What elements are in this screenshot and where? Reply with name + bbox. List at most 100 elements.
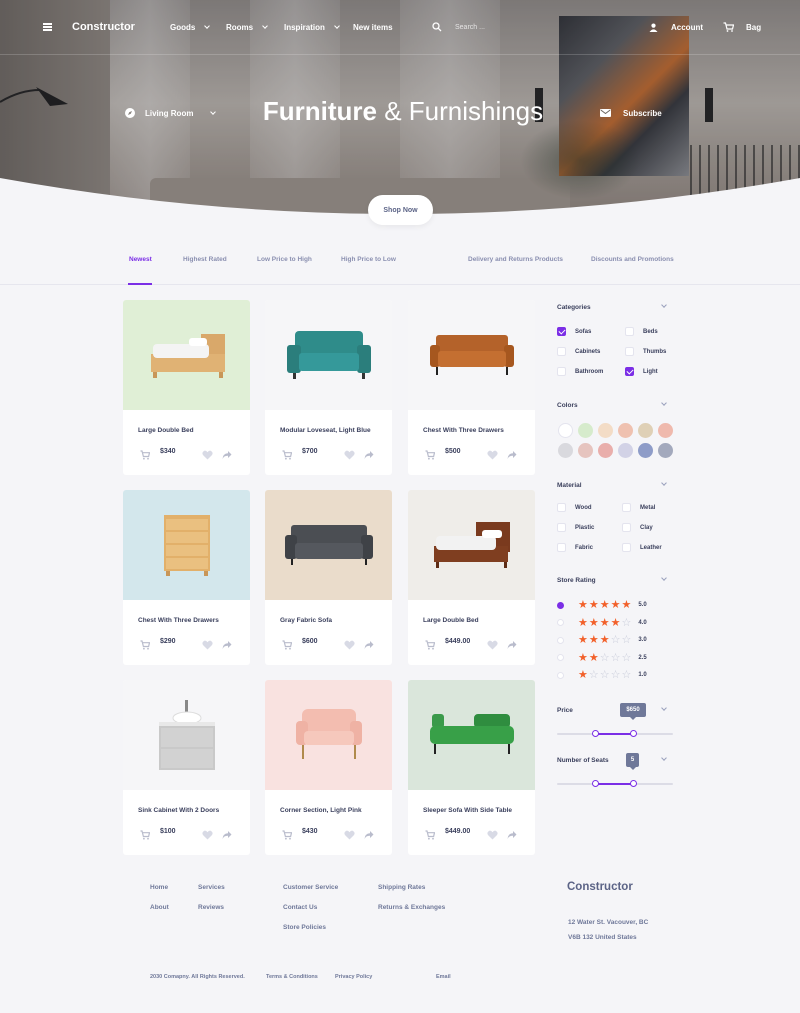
heart-icon[interactable] bbox=[344, 637, 355, 650]
rating-radio[interactable] bbox=[557, 601, 564, 609]
cart-icon[interactable] bbox=[140, 447, 151, 460]
footer-link-policies[interactable]: Store Policies bbox=[283, 924, 326, 931]
cart-icon[interactable] bbox=[425, 637, 436, 650]
checkbox-bathroom[interactable] bbox=[557, 367, 566, 376]
color-swatch[interactable] bbox=[658, 423, 673, 438]
checkbox-clay[interactable] bbox=[622, 523, 631, 532]
heart-icon[interactable] bbox=[202, 447, 213, 460]
footer-link-returns[interactable]: Returns & Exchanges bbox=[378, 904, 445, 911]
product-card[interactable]: Gray Fabric Sofa $600 bbox=[265, 490, 392, 665]
heart-icon[interactable] bbox=[202, 827, 213, 840]
product-name[interactable]: Large Double Bed bbox=[423, 617, 479, 624]
footer-link-privacy[interactable]: Privacy Policy bbox=[335, 974, 372, 980]
price-slider-min-handle[interactable] bbox=[591, 730, 599, 737]
tab-low-to-high[interactable]: Low Price to High bbox=[257, 256, 312, 263]
rating-radio[interactable] bbox=[557, 636, 564, 644]
chevron-down-icon[interactable] bbox=[661, 755, 667, 761]
material-metal[interactable]: Metal bbox=[622, 503, 655, 512]
bag-icon[interactable] bbox=[723, 0, 734, 54]
footer-link-reviews[interactable]: Reviews bbox=[198, 904, 224, 911]
cart-icon[interactable] bbox=[282, 827, 293, 840]
price-slider[interactable] bbox=[557, 730, 673, 737]
tab-delivery-returns[interactable]: Delivery and Returns Products bbox=[468, 256, 563, 263]
rating-radio[interactable] bbox=[557, 654, 564, 661]
product-image[interactable] bbox=[123, 300, 250, 410]
share-icon[interactable] bbox=[507, 447, 517, 459]
chevron-down-icon[interactable] bbox=[661, 480, 667, 486]
footer-link-home[interactable]: Home bbox=[150, 884, 168, 891]
checkbox-leather[interactable] bbox=[622, 543, 631, 552]
rating-option[interactable]: ★ ★ ★ ☆ ☆ 3.0 bbox=[557, 634, 647, 645]
product-image[interactable] bbox=[408, 300, 535, 410]
product-image[interactable] bbox=[408, 490, 535, 600]
product-image[interactable] bbox=[408, 680, 535, 790]
rating-radio[interactable] bbox=[557, 619, 564, 626]
bag-link[interactable]: Bag bbox=[746, 0, 761, 54]
nav-inspiration[interactable]: Inspiration bbox=[284, 0, 340, 54]
heart-icon[interactable] bbox=[487, 637, 498, 650]
product-name[interactable]: Corner Section, Light Pink bbox=[280, 807, 362, 814]
footer-link-contact[interactable]: Contact Us bbox=[283, 904, 317, 911]
color-swatch[interactable] bbox=[558, 443, 573, 458]
product-name[interactable]: Gray Fabric Sofa bbox=[280, 617, 332, 624]
checkbox-metal[interactable] bbox=[622, 503, 631, 512]
cart-icon[interactable] bbox=[282, 637, 293, 650]
cart-icon[interactable] bbox=[425, 447, 436, 460]
material-leather[interactable]: Leather bbox=[622, 543, 662, 552]
material-fabric[interactable]: Fabric bbox=[557, 543, 593, 552]
tab-discounts[interactable]: Discounts and Promotions bbox=[591, 256, 674, 263]
cart-icon[interactable] bbox=[282, 447, 293, 460]
seats-slider-max-handle[interactable] bbox=[630, 780, 638, 787]
checkbox-cabinets[interactable] bbox=[557, 347, 566, 356]
checkbox-thumbs[interactable] bbox=[625, 347, 634, 356]
rating-option[interactable]: ★ ☆ ☆ ☆ ☆ 1.0 bbox=[557, 669, 647, 680]
checkbox-plastic[interactable] bbox=[557, 523, 566, 532]
account-icon[interactable] bbox=[649, 0, 658, 54]
heart-icon[interactable] bbox=[487, 447, 498, 460]
nav-new-items[interactable]: New items bbox=[353, 0, 393, 54]
search-input[interactable]: Search ... bbox=[455, 0, 485, 54]
seats-slider[interactable] bbox=[557, 780, 673, 787]
footer-link-shipping[interactable]: Shipping Rates bbox=[378, 884, 425, 891]
color-swatch[interactable] bbox=[598, 443, 613, 458]
share-icon[interactable] bbox=[222, 827, 232, 839]
category-light[interactable]: Light bbox=[625, 367, 658, 376]
product-image[interactable] bbox=[123, 490, 250, 600]
price-slider-max-handle[interactable] bbox=[630, 730, 638, 737]
material-plastic[interactable]: Plastic bbox=[557, 523, 594, 532]
category-cabinets[interactable]: Cabinets bbox=[557, 347, 600, 356]
color-swatch[interactable] bbox=[558, 423, 573, 438]
share-icon[interactable] bbox=[364, 447, 374, 459]
color-swatch[interactable] bbox=[598, 423, 613, 438]
account-link[interactable]: Account bbox=[671, 0, 703, 54]
share-icon[interactable] bbox=[364, 637, 374, 649]
category-sofas[interactable]: Sofas bbox=[557, 327, 591, 336]
shop-now-button[interactable]: Shop Now bbox=[368, 195, 433, 225]
chevron-down-icon[interactable] bbox=[661, 705, 667, 711]
cart-icon[interactable] bbox=[425, 827, 436, 840]
rating-option[interactable]: ★ ★ ★ ★ ★ 5.0 bbox=[557, 599, 647, 610]
product-card[interactable]: Chest With Three Drawers $500 bbox=[408, 300, 535, 475]
share-icon[interactable] bbox=[507, 827, 517, 839]
product-image[interactable] bbox=[123, 680, 250, 790]
brand-logo[interactable]: Constructor bbox=[72, 0, 135, 54]
footer-link-services[interactable]: Services bbox=[198, 884, 225, 891]
cart-icon[interactable] bbox=[140, 827, 151, 840]
color-swatch[interactable] bbox=[618, 423, 633, 438]
heart-icon[interactable] bbox=[487, 827, 498, 840]
product-image[interactable] bbox=[265, 300, 392, 410]
product-name[interactable]: Sink Cabinet With 2 Doors bbox=[138, 807, 219, 814]
nav-rooms[interactable]: Rooms bbox=[226, 0, 268, 54]
product-name[interactable]: Chest With Three Drawers bbox=[138, 617, 219, 624]
checkbox-fabric[interactable] bbox=[557, 543, 566, 552]
heart-icon[interactable] bbox=[344, 447, 355, 460]
product-name[interactable]: Large Double Bed bbox=[138, 427, 194, 434]
footer-link-terms[interactable]: Terms & Conditions bbox=[266, 974, 318, 980]
nav-goods[interactable]: Goods bbox=[170, 0, 211, 54]
footer-link-email[interactable]: Email bbox=[436, 974, 451, 980]
product-card[interactable]: Large Double Bed $340 bbox=[123, 300, 250, 475]
color-swatch[interactable] bbox=[658, 443, 673, 458]
material-wood[interactable]: Wood bbox=[557, 503, 592, 512]
checkbox-wood[interactable] bbox=[557, 503, 566, 512]
menu-icon[interactable] bbox=[43, 0, 53, 54]
